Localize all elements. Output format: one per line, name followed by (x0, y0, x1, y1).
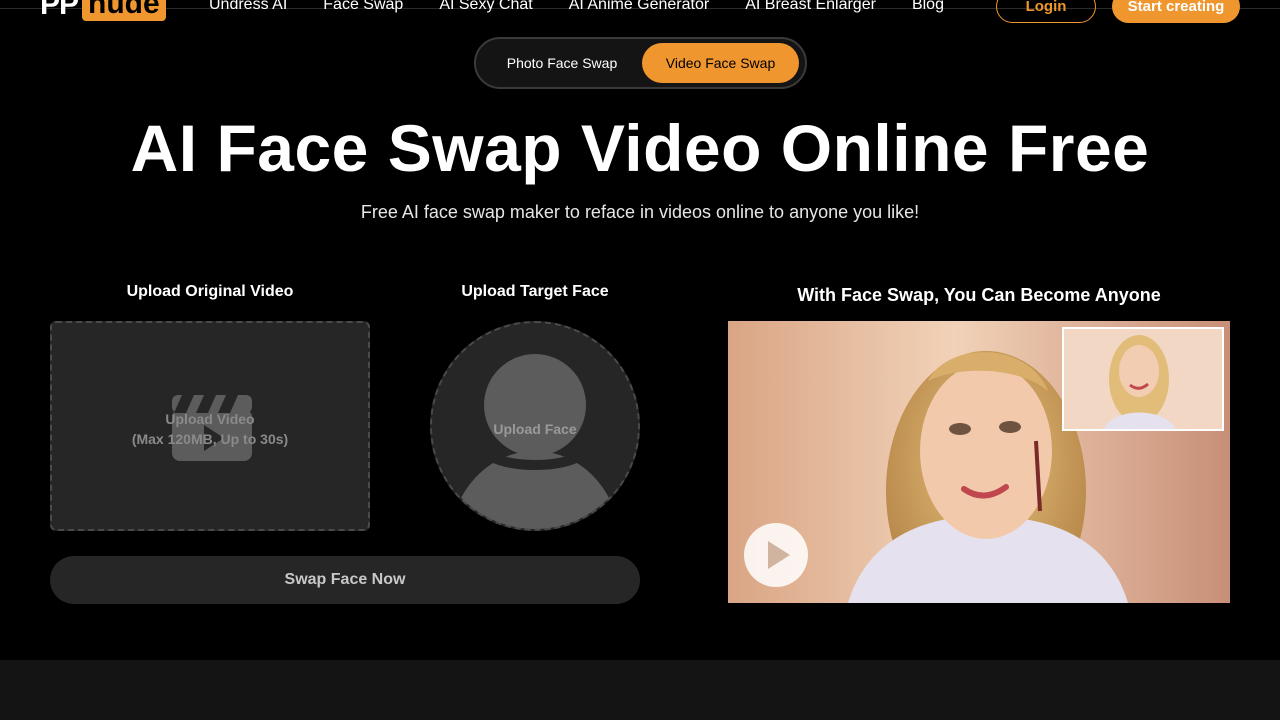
video-drop-hint-line2: (Max 120MB, Up to 30s) (131, 431, 289, 447)
demo-inset-target-face (1062, 327, 1224, 431)
video-upload-dropzone[interactable]: Upload Video (Max 120MB, Up to 30s) (50, 321, 370, 531)
nav-links: Undress AI Face Swap AI Sexy Chat AI Ani… (209, 0, 980, 15)
logo-text-pp: PP (40, 0, 79, 21)
play-button[interactable] (744, 523, 808, 587)
top-nav: PP nude Undress AI Face Swap AI Sexy Cha… (0, 0, 1280, 23)
start-creating-button[interactable]: Start creating (1112, 0, 1240, 23)
tab-photo-face-swap[interactable]: Photo Face Swap (488, 43, 636, 83)
nav-link-undress-ai[interactable]: Undress AI (209, 0, 287, 15)
demo-video[interactable] (728, 321, 1230, 603)
page-title: AI Face Swap Video Online Free (130, 111, 1150, 185)
page-subtitle: Free AI face swap maker to reface in vid… (360, 202, 920, 222)
nav-link-blog[interactable]: Blog (912, 0, 944, 15)
tab-video-face-swap[interactable]: Video Face Swap (642, 43, 799, 83)
video-drop-hint: Upload Video (Max 120MB, Up to 30s) (52, 409, 368, 449)
upload-face-heading: Upload Target Face (461, 283, 609, 300)
site-logo[interactable]: PP nude (40, 0, 166, 21)
upload-video-heading: Upload Original Video (126, 283, 294, 300)
play-icon (768, 541, 790, 569)
swap-face-now-button[interactable]: Swap Face Now (50, 556, 640, 604)
login-button[interactable]: Login (996, 0, 1096, 23)
demo-inset-image (1064, 329, 1222, 429)
nav-link-ai-breast-enlarger[interactable]: AI Breast Enlarger (745, 0, 876, 15)
face-upload-dropzone[interactable]: Upload Face (430, 321, 640, 531)
swap-mode-toggle: Photo Face Swap Video Face Swap (474, 37, 807, 89)
logo-text-nude: nude (82, 0, 166, 21)
nav-link-ai-sexy-chat[interactable]: AI Sexy Chat (439, 0, 532, 15)
nav-link-ai-anime-generator[interactable]: AI Anime Generator (569, 0, 710, 15)
face-drop-hint: Upload Face (493, 421, 577, 437)
next-section-band (0, 660, 1280, 720)
video-drop-hint-line1: Upload Video (165, 411, 255, 427)
demo-heading: With Face Swap, You Can Become Anyone (797, 285, 1161, 305)
nav-link-face-swap[interactable]: Face Swap (323, 0, 403, 15)
